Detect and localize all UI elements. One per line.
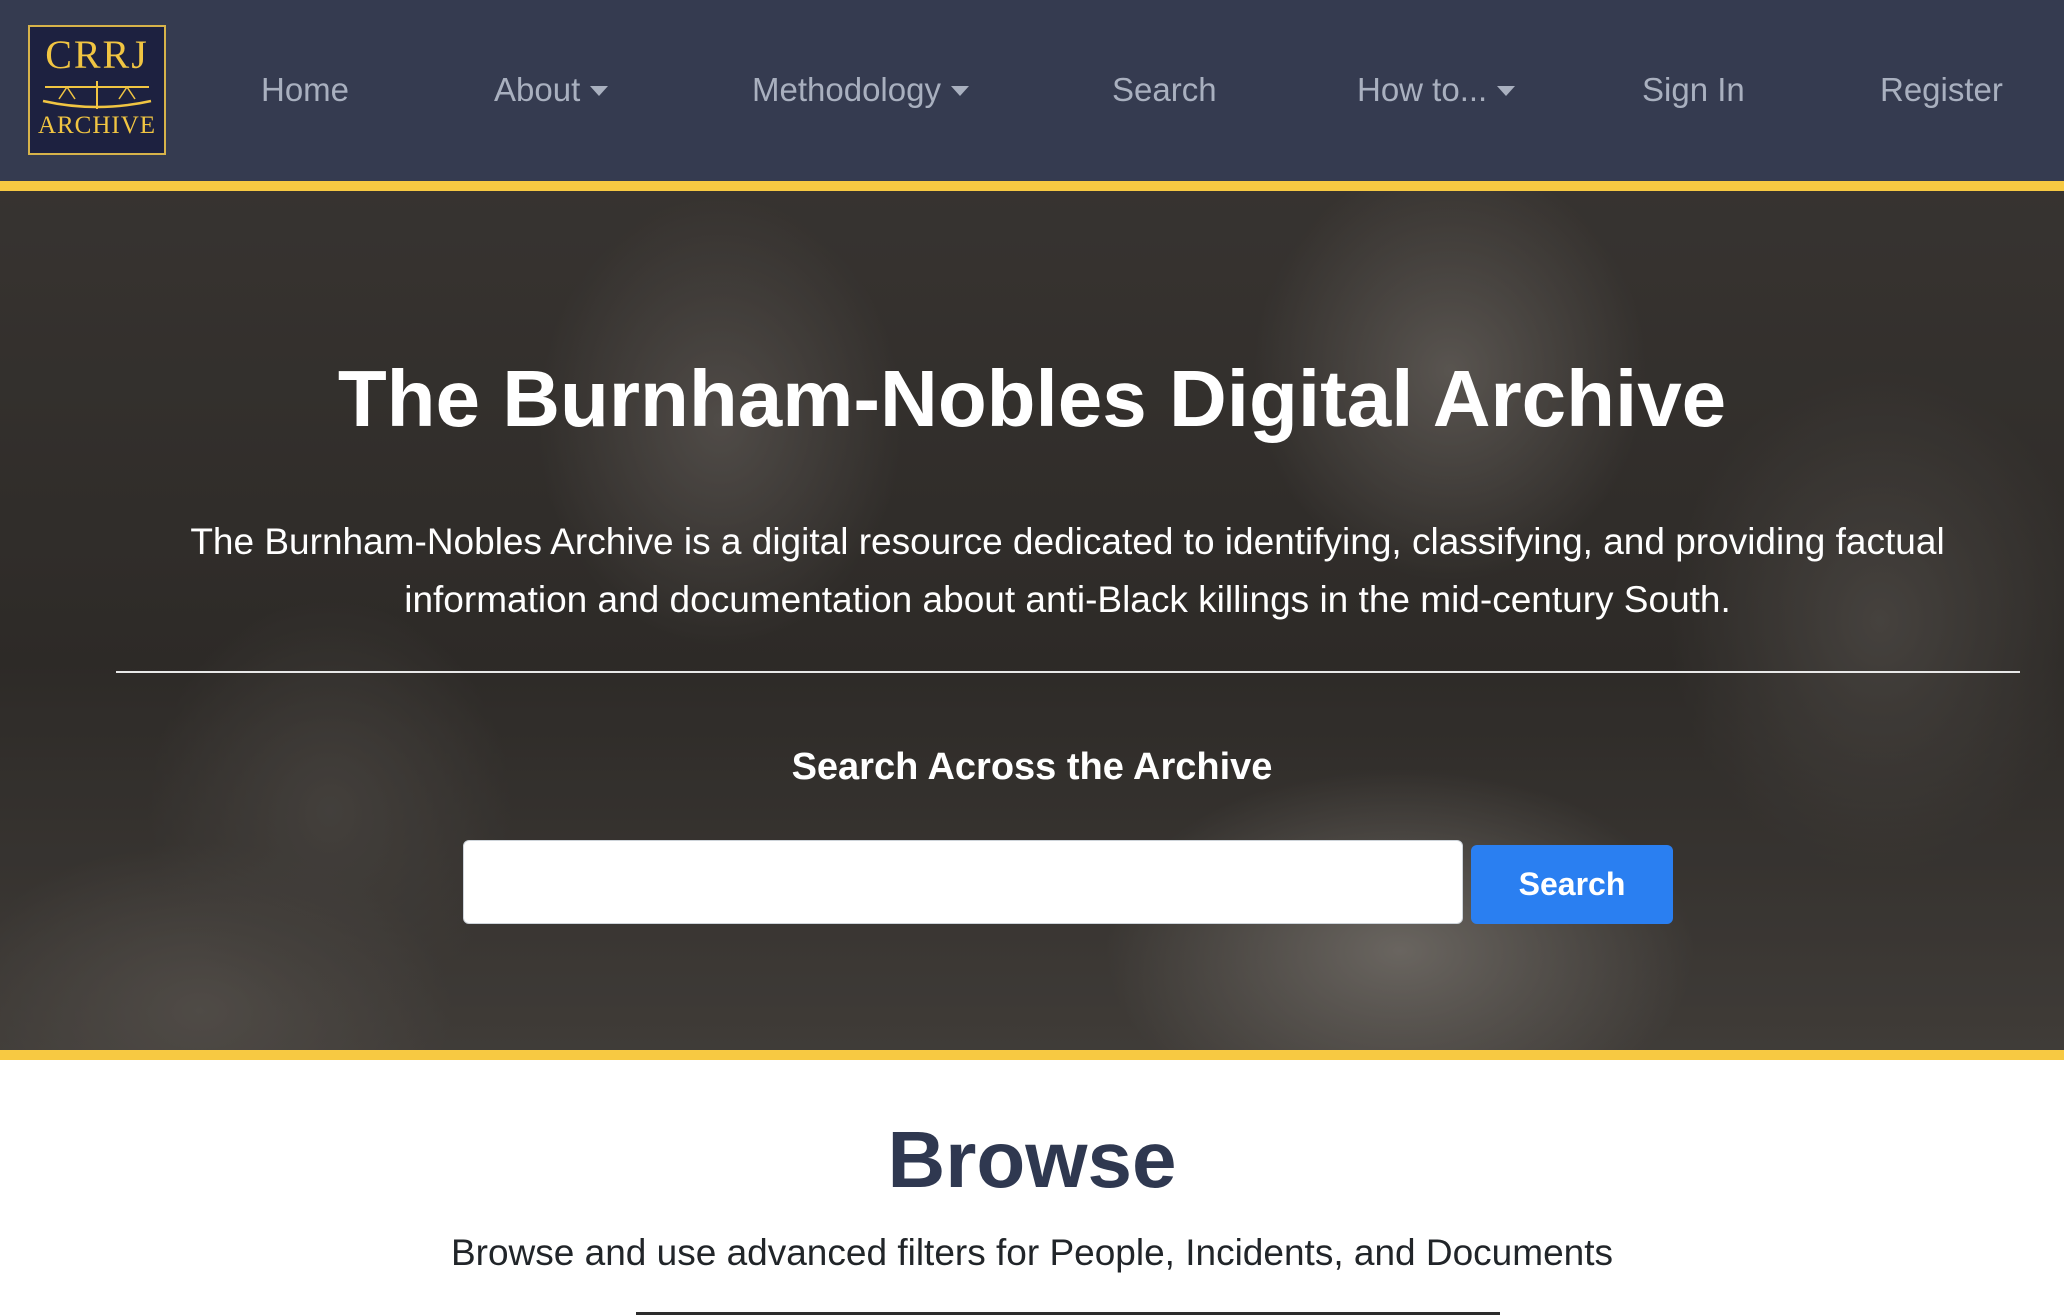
nav-register-label: Register — [1880, 71, 2003, 108]
nav-home[interactable]: Home — [261, 62, 349, 118]
nav-sign-in-label: Sign In — [1642, 71, 1745, 108]
nav-search[interactable]: Search — [1112, 62, 1217, 118]
chevron-down-icon — [1497, 86, 1516, 96]
search-heading: Search Across the Archive — [791, 746, 1273, 788]
archive-search-button[interactable]: Search — [1471, 845, 1673, 924]
archive-search-input[interactable] — [463, 840, 1463, 924]
chevron-down-icon — [590, 86, 609, 96]
hero-description: The Burnham-Nobles Archive is a digital … — [190, 521, 1945, 620]
hero-banner: The Burnham-Nobles Digital Archive The B… — [0, 181, 2064, 1060]
scales-of-justice-icon — [42, 81, 152, 109]
nav-register[interactable]: Register — [1880, 62, 2003, 118]
nav-search-label: Search — [1112, 71, 1217, 108]
nav-sign-in[interactable]: Sign In — [1642, 62, 1745, 118]
browse-description: Browse and use advanced filters for Peop… — [450, 1232, 1614, 1273]
browse-title: Browse — [887, 1115, 1177, 1204]
crrj-archive-logo[interactable]: CRRJ ARCHIVE — [28, 25, 166, 155]
nav-methodology-label: Methodology — [752, 71, 941, 108]
nav-how-to-dropdown[interactable]: How to... — [1357, 62, 1516, 118]
logo-bottom-text: ARCHIVE — [37, 112, 157, 139]
nav-how-to-label: How to... — [1357, 71, 1488, 108]
nav-about-dropdown[interactable]: About — [494, 62, 609, 118]
nav-methodology-dropdown[interactable]: Methodology — [752, 62, 969, 118]
top-navbar: CRRJ ARCHIVE Home About Methodology Sear… — [0, 0, 2064, 181]
hero-title: The Burnham-Nobles Digital Archive — [337, 354, 1727, 443]
nav-about-label: About — [494, 71, 581, 108]
hero-divider — [116, 671, 2020, 673]
logo-top-text: CRRJ — [45, 32, 149, 77]
nav-home-label: Home — [261, 71, 350, 108]
chevron-down-icon — [950, 86, 969, 96]
